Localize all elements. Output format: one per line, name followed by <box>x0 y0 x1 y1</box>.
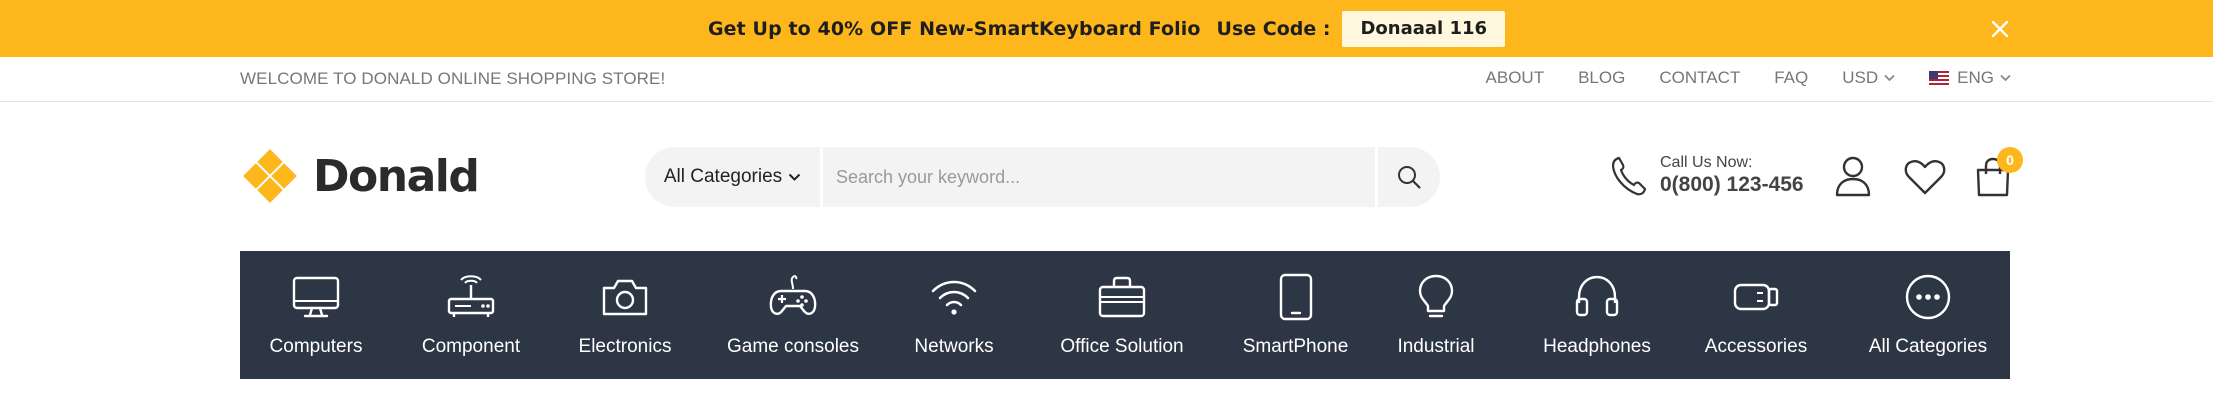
category-all-categories[interactable]: All Categories <box>1848 251 2008 379</box>
wifi-icon <box>931 280 977 315</box>
category-game-consoles[interactable]: Game consoles <box>718 251 868 379</box>
currency-selector[interactable]: USD <box>1842 68 1895 88</box>
gamepad-icon <box>769 275 817 315</box>
search-category-select[interactable]: All Categories <box>645 147 820 207</box>
contact-link[interactable]: CONTACT <box>1659 68 1740 88</box>
logo[interactable]: Donald <box>240 146 480 206</box>
lightbulb-icon <box>1418 274 1454 318</box>
category-label: Electronics <box>578 336 672 357</box>
category-label: SmartPhone <box>1242 336 1349 357</box>
cart-count-badge: 0 <box>1997 147 2023 173</box>
welcome-message: WELCOME TO DONALD ONLINE SHOPPING STORE! <box>240 69 666 88</box>
category-smartphone[interactable]: SmartPhone <box>1240 251 1351 379</box>
currency-label: USD <box>1842 68 1879 87</box>
phone-icon <box>1611 156 1647 195</box>
category-industrial[interactable]: Industrial <box>1393 251 1479 379</box>
search-button[interactable] <box>1378 147 1440 207</box>
wishlist-button[interactable] <box>1904 159 1946 200</box>
top-bar: WELCOME TO DONALD ONLINE SHOPPING STORE!… <box>0 57 2213 102</box>
category-component[interactable]: Component <box>413 251 529 379</box>
promo-bar: Get Up to 40% OFF New-SmartKeyboard Foli… <box>0 0 2213 57</box>
promo-text: Get Up to 40% OFF New-SmartKeyboard Foli… <box>707 17 1201 40</box>
call-us[interactable]: Call Us Now: 0(800) 123-456 <box>1610 154 1804 197</box>
headphones-icon <box>1575 275 1619 317</box>
category-label: Headphones <box>1543 336 1651 357</box>
smartphone-icon <box>1279 273 1312 321</box>
category-label: Networks <box>914 336 994 357</box>
faq-link[interactable]: FAQ <box>1774 68 1808 88</box>
category-label: Accessories <box>1704 336 1808 357</box>
search-category-label: All Categories <box>663 166 783 187</box>
language-selector[interactable]: ENG <box>1929 68 2011 88</box>
category-label: Component <box>421 336 521 357</box>
category-label: Game consoles <box>726 336 859 357</box>
category-computers[interactable]: Computers <box>257 251 375 379</box>
about-link[interactable]: ABOUT <box>1486 68 1545 88</box>
category-label: Industrial <box>1397 336 1475 357</box>
search-bar: All Categories <box>645 147 1440 207</box>
us-flag-icon <box>1929 71 1950 85</box>
top-links: ABOUT BLOG CONTACT FAQ USD ENG <box>1452 68 2011 88</box>
category-nav: Computers Component Electronics Game con… <box>240 251 2010 379</box>
search-input[interactable] <box>823 147 1375 207</box>
logo-diamond-icon <box>243 149 297 203</box>
category-accessories[interactable]: Accessories <box>1705 251 1807 379</box>
chevron-down-icon <box>2000 74 2011 82</box>
briefcase-icon <box>1098 276 1146 318</box>
monitor-icon <box>292 276 340 318</box>
category-headphones[interactable]: Headphones <box>1540 251 1654 379</box>
promo-code: Donaaal 116 <box>1342 10 1506 47</box>
category-networks[interactable]: Networks <box>907 251 1001 379</box>
user-icon <box>1835 156 1871 197</box>
logo-text: Donald <box>313 150 480 202</box>
category-office-solution[interactable]: Office Solution <box>1041 251 1203 379</box>
close-icon[interactable] <box>1989 18 2011 40</box>
chevron-down-icon <box>1884 74 1895 82</box>
account-button[interactable] <box>1834 155 1872 202</box>
camera-icon <box>602 279 648 316</box>
chevron-down-icon <box>788 173 801 181</box>
router-icon <box>447 275 495 317</box>
accessory-icon <box>1733 283 1779 311</box>
language-label: ENG <box>1957 68 1994 87</box>
phone-number: 0(800) 123-456 <box>1660 173 1804 196</box>
blog-link[interactable]: BLOG <box>1578 68 1625 88</box>
promo-code-label: Use Code : <box>1216 17 1331 40</box>
call-us-label: Call Us Now: <box>1660 154 1753 171</box>
category-label: Office Solution <box>1060 336 1184 357</box>
more-icon <box>1905 274 1951 320</box>
heart-icon <box>1904 160 1946 195</box>
category-electronics[interactable]: Electronics <box>572 251 678 379</box>
category-label: All Categories <box>1868 336 1988 357</box>
search-icon <box>1398 166 1421 189</box>
category-label: Computers <box>269 336 363 357</box>
